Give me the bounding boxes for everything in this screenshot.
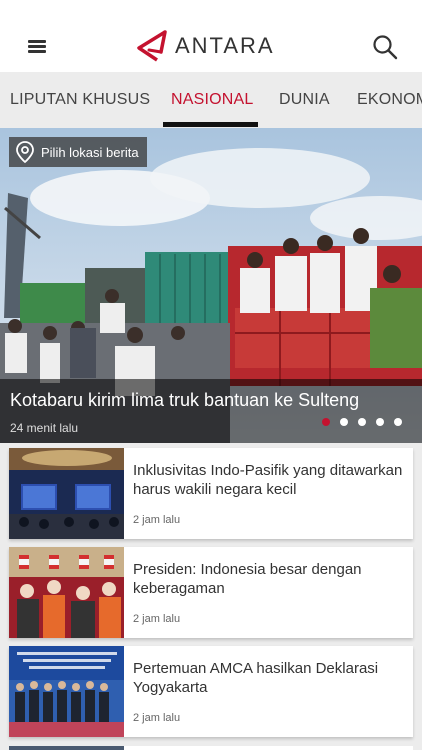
location-pin-icon [16, 141, 34, 163]
carousel-dot-4[interactable] [376, 418, 384, 426]
antara-logo-mark-icon [137, 30, 167, 62]
tab-dunia[interactable]: DUNIA [279, 72, 330, 128]
carousel-pagination [322, 418, 412, 426]
search-icon[interactable] [372, 34, 398, 60]
article-thumbnail [9, 547, 124, 638]
article-thumbnail [9, 646, 124, 737]
article-title: Inklusivitas Indo-Pasifik yang ditawarka… [133, 462, 403, 498]
category-tab-bar: LIPUTAN KHUSUS NASIONAL DUNIA EKONOMI [0, 72, 422, 128]
choose-location-button[interactable]: Pilih lokasi berita [9, 137, 147, 167]
article-card[interactable]: Presiden: Indonesia besar dengan keberag… [9, 547, 413, 638]
article-card[interactable]: Inklusivitas Indo-Pasifik yang ditawarka… [9, 448, 413, 539]
article-list: Inklusivitas Indo-Pasifik yang ditawarka… [0, 443, 422, 750]
next-article-peek [0, 744, 422, 750]
article-time: 2 jam lalu [133, 712, 181, 724]
headline-carousel[interactable]: Pilih lokasi berita Kotabaru kirim lima … [0, 128, 422, 443]
tab-ekonomi[interactable]: EKONOMI [357, 72, 422, 128]
tab-liputan-khusus[interactable]: LIPUTAN KHUSUS [10, 72, 150, 128]
app-header: ANTARA [0, 0, 422, 72]
tab-nasional[interactable]: NASIONAL [171, 72, 254, 128]
article-time: 2 jam lalu [133, 613, 181, 625]
article-thumbnail [9, 448, 124, 539]
article-title: Presiden: Indonesia besar dengan keberag… [133, 561, 362, 597]
headline-time: 24 menit lalu [10, 421, 79, 435]
choose-location-label: Pilih lokasi berita [41, 144, 139, 160]
article-title: Pertemuan AMCA hasilkan Deklarasi Yogyak… [133, 660, 379, 696]
article-card[interactable]: Pertemuan AMCA hasilkan Deklarasi Yogyak… [9, 646, 413, 737]
carousel-dot-5[interactable] [394, 418, 402, 426]
antara-logo[interactable]: ANTARA [135, 28, 275, 64]
active-tab-indicator [163, 122, 258, 127]
hamburger-menu-icon[interactable] [28, 38, 48, 54]
article-time: 2 jam lalu [133, 514, 181, 526]
headline-title[interactable]: Kotabaru kirim lima truk bantuan ke Sult… [10, 390, 359, 411]
carousel-dot-1[interactable] [322, 418, 330, 426]
carousel-dot-3[interactable] [358, 418, 366, 426]
carousel-dot-2[interactable] [340, 418, 348, 426]
logo-text: ANTARA [175, 33, 275, 58]
